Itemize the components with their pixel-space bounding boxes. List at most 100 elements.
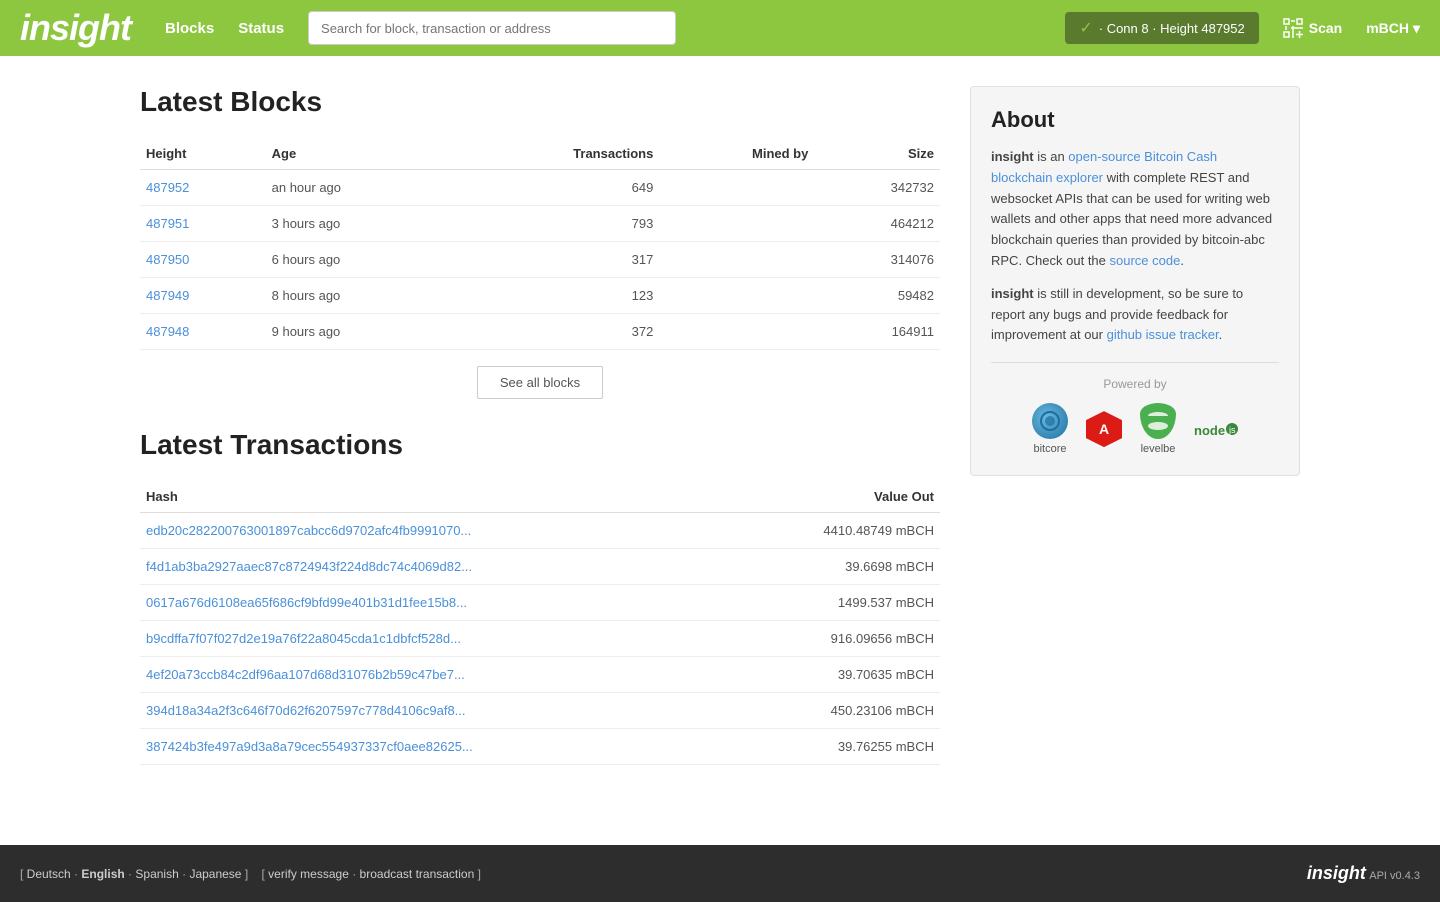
mbch-dropdown[interactable]: mBCH ▾ [1366, 20, 1420, 37]
block-tx-cell: 123 [450, 278, 659, 314]
tx-value-cell: 39.70635 mBCH [727, 657, 940, 693]
block-tx-cell: 649 [450, 170, 659, 206]
table-row: 487948 9 hours ago 372 164911 [140, 314, 940, 350]
conn-status-badge[interactable]: ✓ · Conn 8 · Height 487952 [1065, 12, 1258, 44]
table-row: 487950 6 hours ago 317 314076 [140, 242, 940, 278]
logo-angular: A [1086, 411, 1122, 447]
block-height-link[interactable]: 487949 [146, 288, 189, 303]
search-input[interactable] [308, 11, 676, 45]
table-row: 394d18a34a2f3c646f70d62f6207597c778d4106… [140, 693, 940, 729]
blocks-table: Height Age Transactions Mined by Size 48… [140, 138, 940, 350]
about-link-github[interactable]: github issue tracker [1107, 327, 1219, 342]
block-height-link[interactable]: 487951 [146, 216, 189, 231]
nav-blocks[interactable]: Blocks [165, 20, 214, 37]
block-height-cell: 487951 [140, 206, 266, 242]
block-mined-cell [659, 206, 814, 242]
bitcore-svg [1039, 410, 1061, 432]
angular-icon: A [1086, 411, 1122, 447]
scan-button[interactable]: Scan [1283, 18, 1342, 38]
block-age-cell: 8 hours ago [266, 278, 451, 314]
footer-broadcast[interactable]: broadcast transaction [360, 867, 475, 881]
tx-value-cell: 39.76255 mBCH [727, 729, 940, 765]
tx-hash-link[interactable]: 4ef20a73ccb84c2df96aa107d68d31076b2b59c4… [146, 667, 465, 682]
tx-hash-link[interactable]: f4d1ab3ba2927aaec87c8724943f224d8dc74c40… [146, 559, 472, 574]
bitcore-label: bitcore [1033, 443, 1066, 455]
block-size-cell: 164911 [814, 314, 940, 350]
footer-verify[interactable]: verify message [268, 867, 349, 881]
block-age-cell: 9 hours ago [266, 314, 451, 350]
block-height-link[interactable]: 487950 [146, 252, 189, 267]
block-mined-cell [659, 314, 814, 350]
see-all-blocks-button[interactable]: See all blocks [477, 366, 603, 399]
block-mined-cell [659, 278, 814, 314]
tx-hash-link[interactable]: edb20c282200763001897cabcc6d9702afc4fb99… [146, 523, 471, 538]
navbar: insight Blocks Status ✓ · Conn 8 · Heigh… [0, 0, 1440, 56]
footer-english[interactable]: English [81, 867, 124, 881]
col-age: Age [266, 138, 451, 170]
tx-hash-link[interactable]: 0617a676d6108ea65f686cf9bfd99e401b31d1fe… [146, 595, 467, 610]
about-brand-1: insight [991, 149, 1034, 164]
leveldb-label: levelbe [1141, 443, 1176, 455]
block-height-cell: 487949 [140, 278, 266, 314]
footer-spanish[interactable]: Spanish [135, 867, 178, 881]
col-mined-by: Mined by [659, 138, 814, 170]
footer-brand: insight [1307, 863, 1366, 883]
svg-text:js: js [1228, 425, 1236, 435]
block-size-cell: 59482 [814, 278, 940, 314]
tx-value-cell: 916.09656 mBCH [727, 621, 940, 657]
tx-hash-cell: f4d1ab3ba2927aaec87c8724943f224d8dc74c40… [140, 549, 727, 585]
block-height-link[interactable]: 487948 [146, 324, 189, 339]
footer-links: [ verify message · broadcast transaction… [262, 867, 481, 881]
block-size-cell: 464212 [814, 206, 940, 242]
latest-transactions-title: Latest Transactions [140, 429, 940, 461]
footer-deutsch[interactable]: Deutsch [27, 867, 71, 881]
footer-right: insight API v0.4.3 [1307, 863, 1420, 884]
brand-logo: insight [20, 7, 131, 49]
logo-leveldb: levelbe [1140, 403, 1176, 455]
leveldb-icon [1140, 403, 1176, 439]
table-row: b9cdffa7f07f027d2e19a76f22a8045cda1c1dbf… [140, 621, 940, 657]
block-height-link[interactable]: 487952 [146, 180, 189, 195]
latest-blocks-title: Latest Blocks [140, 86, 940, 118]
logo-nodejs: node js [1194, 415, 1238, 443]
content-left: Latest Blocks Height Age Transactions Mi… [140, 86, 940, 775]
table-row: 0617a676d6108ea65f686cf9bfd99e401b31d1fe… [140, 585, 940, 621]
powered-by-section: Powered by bitcore A [991, 362, 1279, 455]
about-text-1: insight is an open-source Bitcoin Cash b… [991, 147, 1279, 272]
tx-hash-cell: 4ef20a73ccb84c2df96aa107d68d31076b2b59c4… [140, 657, 727, 693]
content-right: About insight is an open-source Bitcoin … [970, 86, 1300, 775]
block-age-cell: 3 hours ago [266, 206, 451, 242]
col-size: Size [814, 138, 940, 170]
tx-hash-link[interactable]: 387424b3fe497a9d3a8a79cec554937337cf0aee… [146, 739, 473, 754]
block-tx-cell: 372 [450, 314, 659, 350]
about-title: About [991, 107, 1279, 133]
tx-hash-cell: 394d18a34a2f3c646f70d62f6207597c778d4106… [140, 693, 727, 729]
block-mined-cell [659, 242, 814, 278]
tx-hash-cell: 387424b3fe497a9d3a8a79cec554937337cf0aee… [140, 729, 727, 765]
table-row: f4d1ab3ba2927aaec87c8724943f224d8dc74c40… [140, 549, 940, 585]
footer-japanese[interactable]: Japanese [189, 867, 241, 881]
table-row: 487949 8 hours ago 123 59482 [140, 278, 940, 314]
col-hash: Hash [140, 481, 727, 513]
leveldb-svg [1146, 411, 1170, 431]
footer-version: API v0.4.3 [1369, 870, 1420, 882]
block-age-cell: an hour ago [266, 170, 451, 206]
block-height-cell: 487950 [140, 242, 266, 278]
footer-languages: [ Deutsch · English · Spanish · Japanese… [20, 867, 248, 881]
about-brand-2: insight [991, 286, 1034, 301]
tx-value-cell: 39.6698 mBCH [727, 549, 940, 585]
col-transactions: Transactions [450, 138, 659, 170]
footer: [ Deutsch · English · Spanish · Japanese… [0, 845, 1440, 902]
table-row: edb20c282200763001897cabcc6d9702afc4fb99… [140, 513, 940, 549]
block-size-cell: 342732 [814, 170, 940, 206]
tx-hash-link[interactable]: b9cdffa7f07f027d2e19a76f22a8045cda1c1dbf… [146, 631, 461, 646]
main-container: Latest Blocks Height Age Transactions Mi… [120, 56, 1320, 805]
mbch-chevron-icon: ▾ [1413, 20, 1420, 37]
powered-by-label: Powered by [991, 377, 1279, 391]
nav-status[interactable]: Status [238, 20, 284, 37]
block-height-cell: 487948 [140, 314, 266, 350]
about-link-source[interactable]: source code [1110, 253, 1181, 268]
tx-hash-link[interactable]: 394d18a34a2f3c646f70d62f6207597c778d4106… [146, 703, 466, 718]
col-height: Height [140, 138, 266, 170]
svg-text:node: node [1194, 423, 1225, 438]
